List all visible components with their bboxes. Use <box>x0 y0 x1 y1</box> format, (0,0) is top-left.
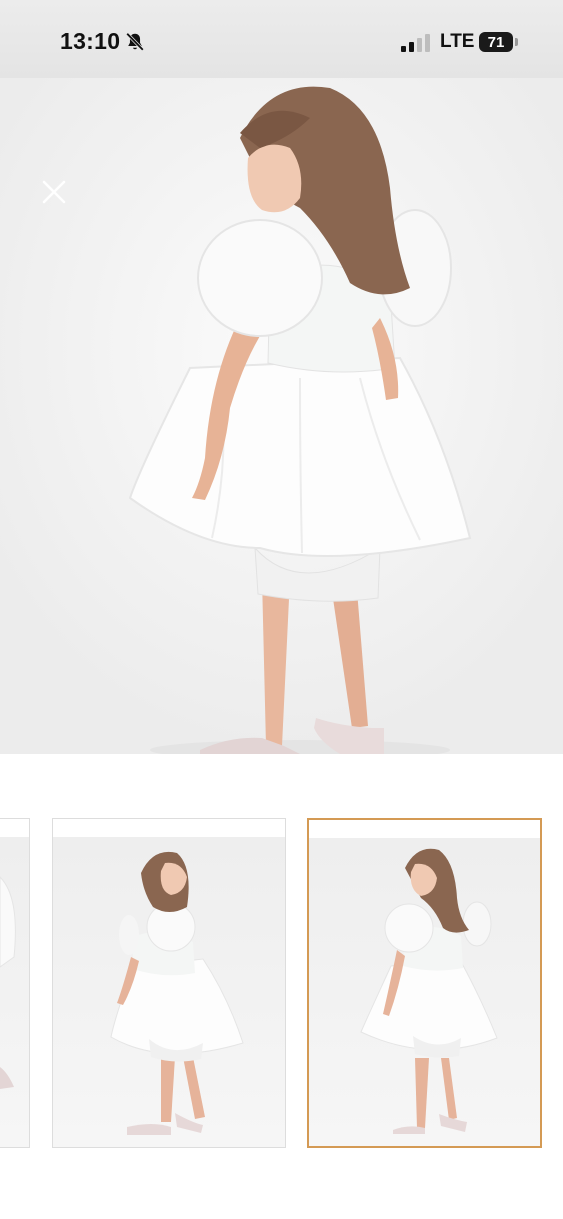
status-bar: 13:10 LTE 71 <box>0 0 563 78</box>
close-icon[interactable] <box>40 178 68 206</box>
thumbnail-3-selected[interactable] <box>307 818 542 1148</box>
network-type: LTE <box>440 31 475 52</box>
thumbnail-2[interactable] <box>52 818 286 1148</box>
thumbnail-1-image <box>0 837 29 1147</box>
thumbnail-2-image <box>53 837 285 1147</box>
thumbnail-1[interactable] <box>0 818 30 1148</box>
girl-in-white-dress-illustration <box>0 78 563 754</box>
status-time: 13:10 <box>60 28 121 54</box>
main-product-image[interactable] <box>0 78 563 754</box>
bell-slash-icon <box>125 32 145 52</box>
thumbnail-3-image <box>309 838 540 1146</box>
battery-indicator: 71 <box>479 32 518 52</box>
cellular-signal-icon <box>401 34 430 52</box>
